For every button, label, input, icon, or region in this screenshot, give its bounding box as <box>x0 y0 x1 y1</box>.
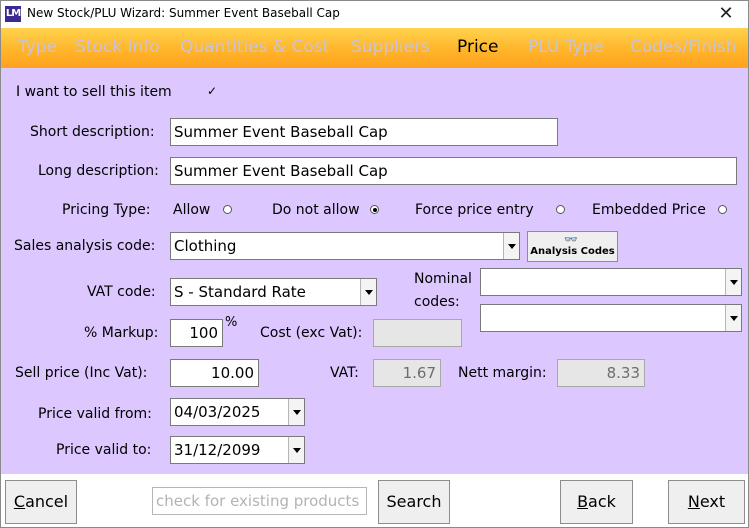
step-plu-type[interactable]: PLU Type <box>528 37 604 57</box>
vat-amount: 1.67 <box>373 359 441 387</box>
step-price[interactable]: Price <box>457 37 498 57</box>
nett-margin-label: Nett margin: <box>458 365 547 381</box>
vat-label: VAT: <box>330 365 359 381</box>
chevron-down-icon[interactable] <box>360 279 376 305</box>
analysis-codes-label: Analysis Codes <box>530 246 615 257</box>
nominal-codes-label-line1: Nominal <box>414 271 472 287</box>
pricing-allow-radio[interactable] <box>223 205 232 214</box>
nett-margin-amount: 8.33 <box>557 359 645 387</box>
cost-input[interactable] <box>373 319 462 347</box>
next-button[interactable]: Next <box>668 480 745 524</box>
app-logo-icon: LM <box>5 6 21 22</box>
short-description-label: Short description: <box>30 124 155 140</box>
pricing-type-label: Pricing Type: <box>62 202 151 218</box>
nominal-codes-label-line2: codes: <box>414 294 460 310</box>
sales-analysis-label: Sales analysis code: <box>14 238 156 254</box>
wizard-window: LM New Stock/PLU Wizard: Summer Event Ba… <box>0 0 749 528</box>
nominal-code-2-select[interactable] <box>480 304 742 332</box>
back-button[interactable]: Back <box>560 480 633 524</box>
sales-analysis-select[interactable]: Clothing <box>170 232 520 260</box>
sell-price-input[interactable]: 10.00 <box>170 359 259 387</box>
window-title: New Stock/PLU Wizard: Summer Event Baseb… <box>27 6 340 20</box>
pricing-allow-label: Allow <box>173 202 211 218</box>
analysis-codes-button[interactable]: 👓 Analysis Codes <box>527 231 618 262</box>
price-valid-to-label: Price valid to: <box>56 442 152 458</box>
close-icon[interactable]: ✕ <box>714 3 738 25</box>
short-description-input[interactable]: Summer Event Baseball Cap <box>170 118 558 146</box>
sell-item-checkbox[interactable]: ✓ <box>206 85 218 97</box>
sell-price-label: Sell price (Inc Vat): <box>15 365 148 381</box>
pricing-embedded-radio[interactable] <box>718 205 727 214</box>
wizard-footer: Cancel check for existing products Searc… <box>1 474 748 527</box>
pricing-force-entry-radio[interactable] <box>556 205 565 214</box>
vat-code-label: VAT code: <box>87 284 156 300</box>
markup-percent: % <box>225 315 238 330</box>
step-stock-info[interactable]: Stock Info <box>75 37 160 57</box>
cost-label: Cost (exc Vat): <box>260 325 363 341</box>
step-codes-finish[interactable]: Codes/Finish <box>630 37 737 57</box>
vat-code-value: S - Standard Rate <box>174 283 306 301</box>
chevron-down-icon[interactable] <box>725 269 741 295</box>
chevron-down-icon[interactable] <box>288 437 304 463</box>
pricing-force-entry-label: Force price entry <box>415 202 534 218</box>
markup-input[interactable]: 100 <box>170 319 223 347</box>
price-valid-from-value: 04/03/2025 <box>174 403 261 421</box>
step-quantities-cost[interactable]: Quantities & Cost <box>180 37 329 57</box>
pricing-do-not-allow-radio[interactable] <box>370 205 379 214</box>
price-valid-from-picker[interactable]: 04/03/2025 <box>170 398 305 426</box>
step-suppliers[interactable]: Suppliers <box>351 37 430 57</box>
binoculars-icon: 👓 <box>564 233 578 246</box>
step-type[interactable]: Type <box>18 37 57 57</box>
price-valid-to-picker[interactable]: 31/12/2099 <box>170 436 305 464</box>
chevron-down-icon[interactable] <box>503 233 519 259</box>
price-form: I want to sell this item ✓ Short descrip… <box>1 68 748 474</box>
price-valid-from-label: Price valid from: <box>38 406 152 422</box>
long-description-label: Long description: <box>38 163 159 179</box>
price-valid-to-value: 31/12/2099 <box>174 441 261 459</box>
chevron-down-icon[interactable] <box>288 399 304 425</box>
search-button[interactable]: Search <box>378 480 450 524</box>
pricing-embedded-label: Embedded Price <box>592 202 706 218</box>
cancel-button[interactable]: Cancel <box>5 480 77 524</box>
sell-item-label: I want to sell this item <box>16 84 172 100</box>
sales-analysis-value: Clothing <box>174 237 237 255</box>
nominal-code-1-select[interactable] <box>480 268 742 296</box>
pricing-do-not-allow-label: Do not allow <box>272 202 360 218</box>
wizard-steps: Type Stock Info Quantities & Cost Suppli… <box>1 28 748 68</box>
vat-code-select[interactable]: S - Standard Rate <box>170 278 377 306</box>
chevron-down-icon[interactable] <box>725 305 741 331</box>
long-description-input[interactable]: Summer Event Baseball Cap <box>170 157 737 185</box>
search-existing-input[interactable]: check for existing products <box>152 487 367 515</box>
title-bar: LM New Stock/PLU Wizard: Summer Event Ba… <box>1 1 748 28</box>
markup-label: % Markup: <box>84 325 159 341</box>
